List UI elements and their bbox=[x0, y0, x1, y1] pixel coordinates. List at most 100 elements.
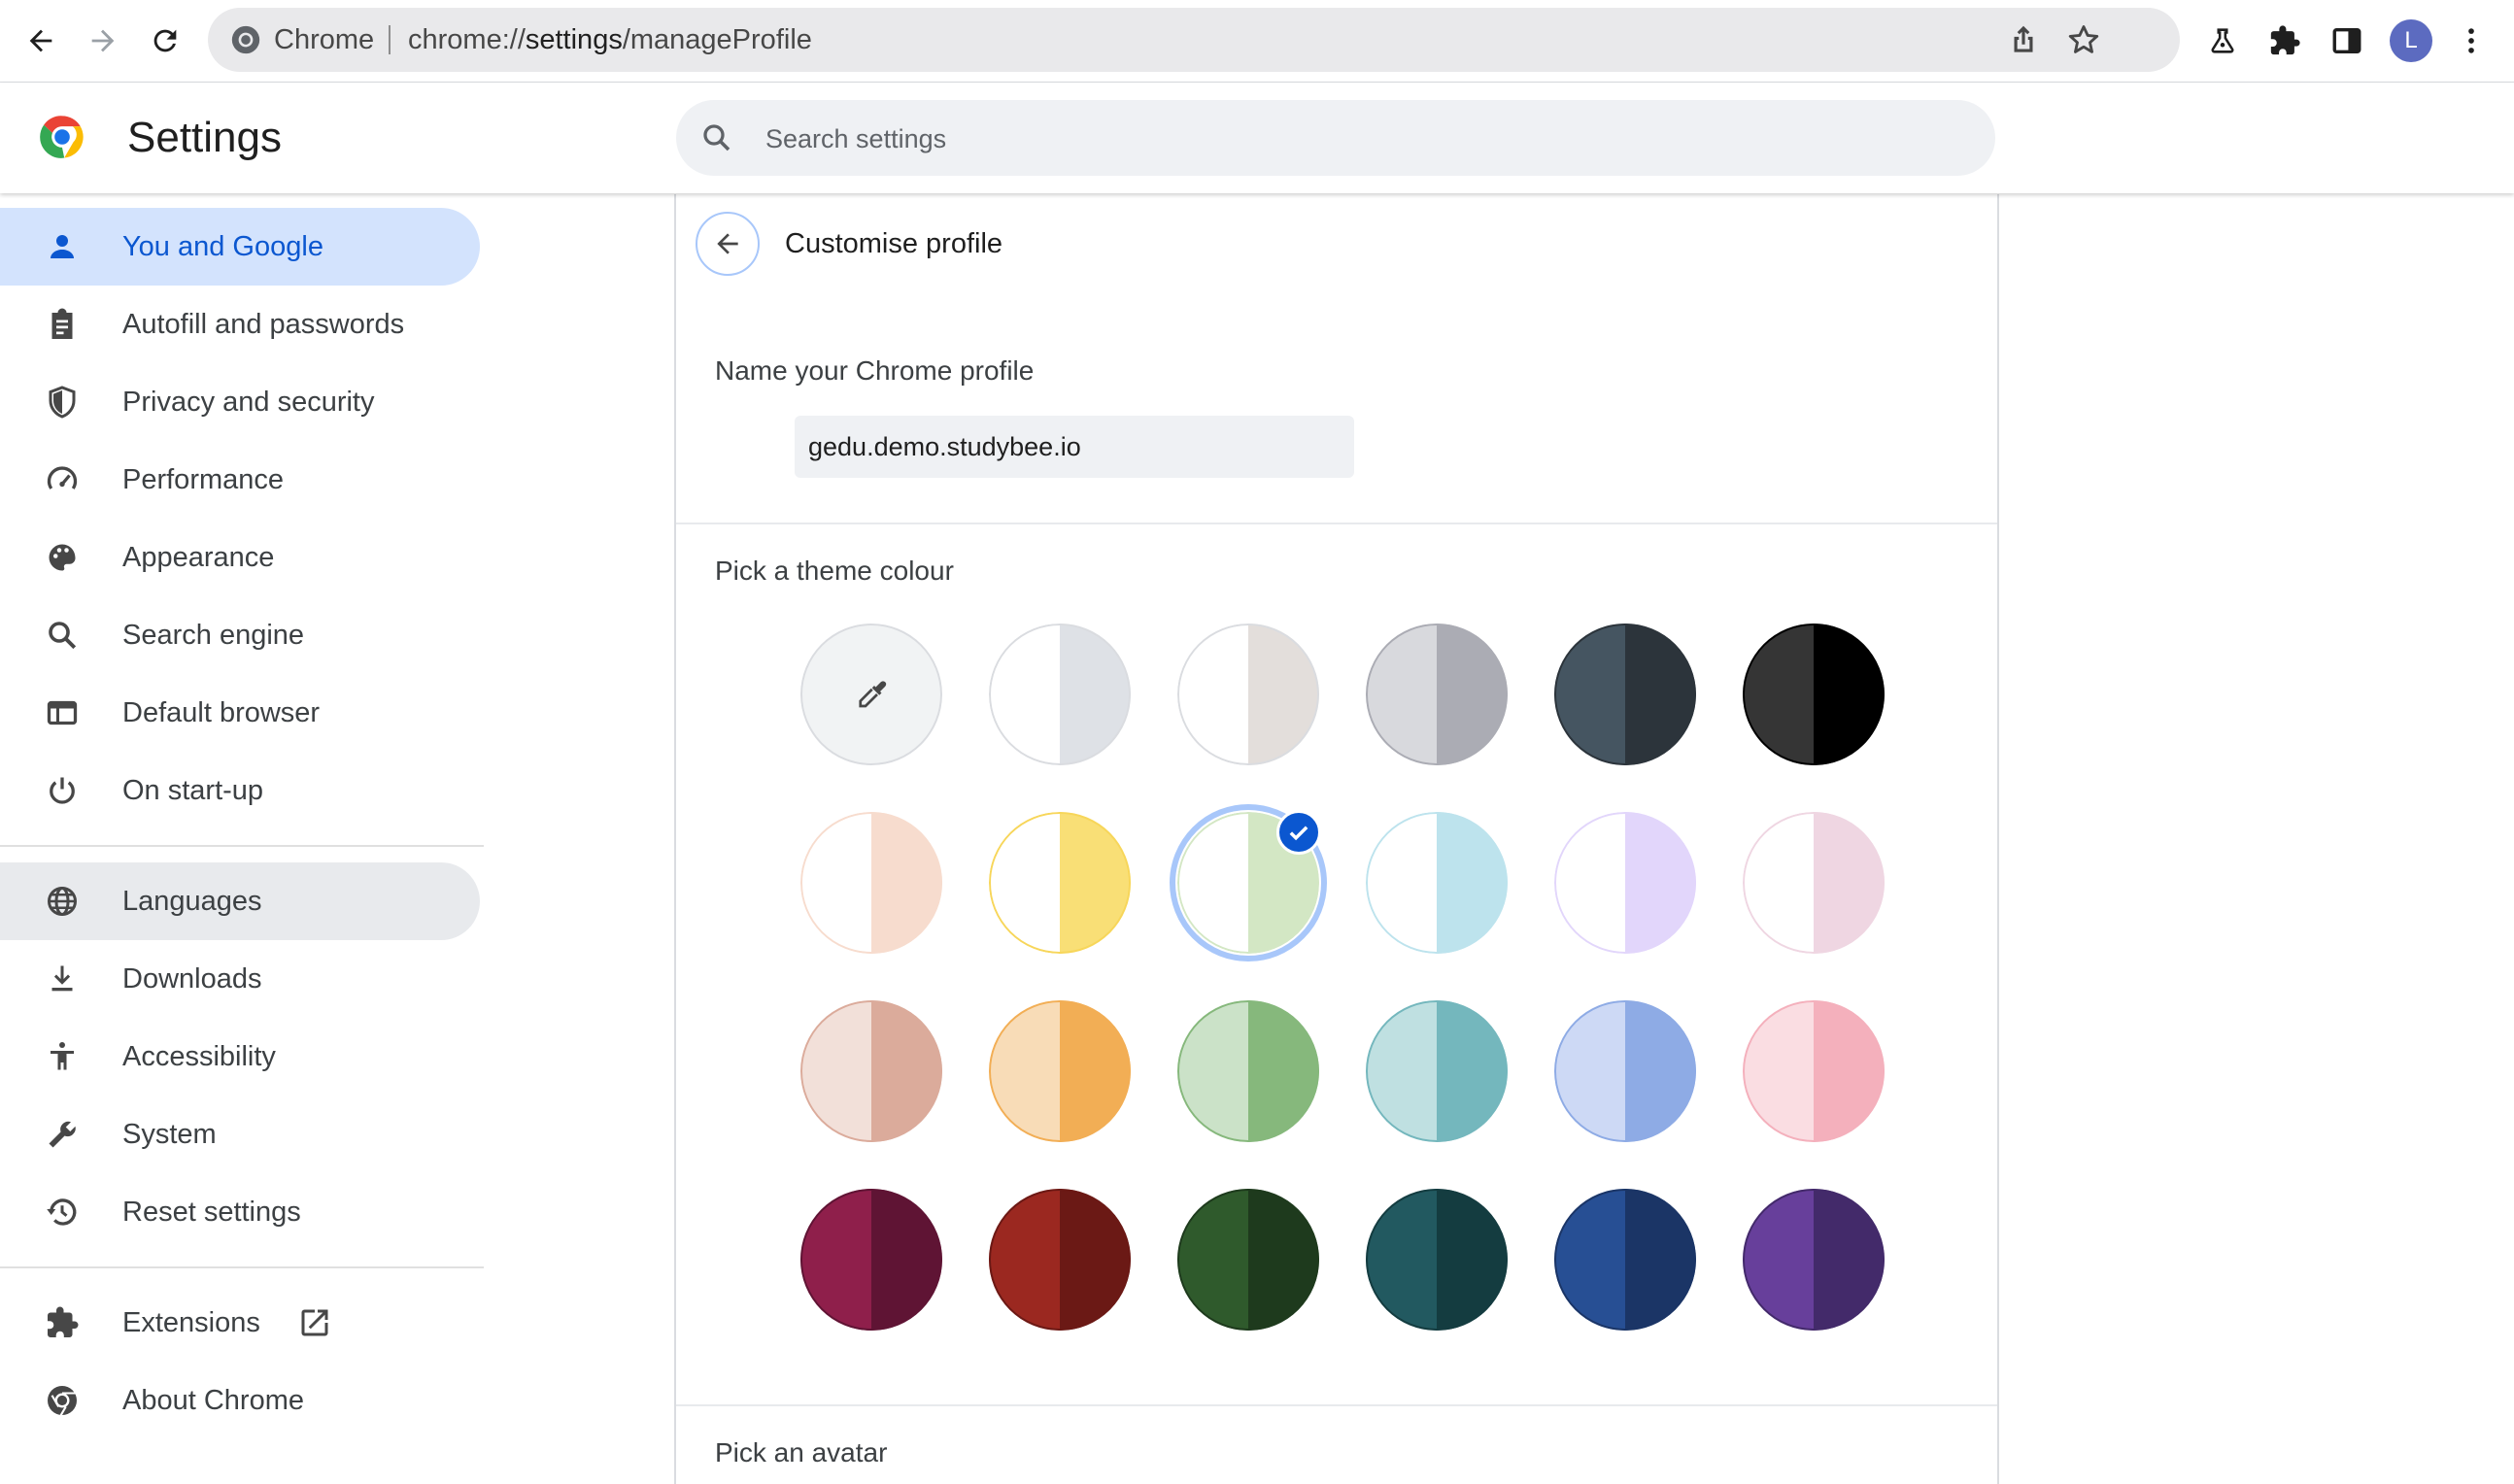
clipboard-icon bbox=[51, 308, 73, 339]
swatch-outline bbox=[1743, 812, 1885, 954]
kebab-menu-icon[interactable] bbox=[2448, 17, 2495, 64]
sidebar-item-system[interactable]: System bbox=[0, 1096, 480, 1173]
sidebar-item-label: Search engine bbox=[122, 620, 305, 651]
theme-colour-swatch[interactable] bbox=[989, 1189, 1131, 1331]
theme-colour-swatch[interactable] bbox=[1743, 812, 1885, 954]
theme-colour-swatch[interactable] bbox=[1177, 1189, 1319, 1331]
speedometer-icon bbox=[47, 466, 78, 489]
sidebar-item-label: Performance bbox=[122, 464, 285, 495]
sidebar-item-label: Accessibility bbox=[122, 1041, 276, 1072]
bookmark-star-icon[interactable] bbox=[2065, 21, 2102, 58]
swatch-circle bbox=[1743, 1000, 1885, 1142]
avatar-label: Pick an avatar bbox=[715, 1437, 888, 1467]
swatch-circle bbox=[1366, 1189, 1508, 1331]
forward-arrow-icon[interactable] bbox=[80, 17, 126, 64]
theme-colour-swatch[interactable] bbox=[1366, 1189, 1508, 1331]
sidebar-item-on-startup[interactable]: On start-up bbox=[0, 752, 480, 829]
swatch-outline bbox=[1743, 624, 1885, 765]
omnibox-label: Chrome bbox=[274, 24, 375, 55]
theme-colour-swatch[interactable] bbox=[1366, 624, 1508, 765]
omnibox[interactable]: Chrome chrome://settings/manageProfile bbox=[208, 8, 2180, 72]
theme-colour-swatch[interactable] bbox=[1554, 812, 1696, 954]
person-icon bbox=[51, 235, 74, 258]
sidebar-item-about-chrome[interactable]: About Chrome bbox=[0, 1362, 480, 1439]
back-arrow-icon bbox=[717, 233, 738, 254]
custom-colour-swatch[interactable] bbox=[800, 624, 942, 765]
chrome-icon bbox=[48, 1386, 77, 1418]
open-in-new-icon bbox=[301, 1309, 328, 1336]
extensions-puzzle-icon[interactable] bbox=[2261, 17, 2308, 64]
swatch-circle bbox=[1743, 624, 1885, 765]
sidebar-item-default-browser[interactable]: Default browser bbox=[0, 674, 480, 752]
sidebar-item-appearance[interactable]: Appearance bbox=[0, 519, 480, 596]
theme-colour-swatch[interactable] bbox=[1554, 1000, 1696, 1142]
subpage-title: Customise profile bbox=[785, 228, 1003, 259]
back-arrow-icon[interactable] bbox=[17, 17, 64, 64]
swatch-circle bbox=[1554, 1189, 1696, 1331]
theme-colour-swatch[interactable] bbox=[1366, 1000, 1508, 1142]
search-icon bbox=[703, 124, 730, 152]
theme-colour-swatch[interactable] bbox=[1177, 1000, 1319, 1142]
browser-window-icon bbox=[47, 700, 78, 725]
theme-colour-swatch[interactable] bbox=[800, 1000, 942, 1142]
theme-colour-swatch[interactable] bbox=[989, 812, 1131, 954]
swatch-circle bbox=[1554, 812, 1696, 954]
back-button[interactable] bbox=[696, 212, 760, 276]
sidebar-divider bbox=[0, 845, 484, 847]
sidebar-item-search-engine[interactable]: Search engine bbox=[0, 596, 480, 674]
swatch-circle bbox=[800, 812, 942, 954]
theme-colour-swatch[interactable] bbox=[1743, 1000, 1885, 1142]
sidebar-item-downloads[interactable]: Downloads bbox=[0, 940, 480, 1018]
sidebar-item-performance[interactable]: Performance bbox=[0, 441, 480, 519]
swatch-circle bbox=[1366, 1000, 1508, 1142]
sidebar-item-accessibility[interactable]: Accessibility bbox=[0, 1018, 480, 1096]
settings-sidebar: You and Google Autofill and passwords Pr… bbox=[0, 194, 486, 1484]
section-divider bbox=[676, 523, 1997, 524]
theme-colour-swatch[interactable] bbox=[1554, 1189, 1696, 1331]
sidebar-item-languages[interactable]: Languages bbox=[0, 862, 480, 940]
sidebar-item-extensions[interactable]: Extensions bbox=[0, 1284, 480, 1362]
theme-colour-swatch[interactable] bbox=[1554, 624, 1696, 765]
swatch-outline bbox=[800, 812, 942, 954]
theme-colour-swatch[interactable] bbox=[1743, 624, 1885, 765]
swatch-outline bbox=[1366, 624, 1508, 765]
theme-colour-swatch-selected[interactable] bbox=[1170, 804, 1327, 961]
profile-name-input[interactable] bbox=[795, 416, 1354, 478]
page-title: Settings bbox=[127, 114, 282, 161]
labs-flask-icon[interactable] bbox=[2199, 17, 2246, 64]
url-path: /manageProfile bbox=[622, 24, 812, 55]
theme-colour-swatch[interactable] bbox=[1177, 624, 1319, 765]
swatch-outline bbox=[1177, 1189, 1319, 1331]
omnibox-url[interactable]: chrome://settings/manageProfile bbox=[408, 8, 812, 72]
reload-icon[interactable] bbox=[142, 17, 188, 64]
sidebar-item-autofill[interactable]: Autofill and passwords bbox=[0, 286, 480, 363]
theme-colour-swatch[interactable] bbox=[800, 1189, 942, 1331]
theme-colour-label: Pick a theme colour bbox=[715, 556, 954, 586]
sidebar-item-reset-settings[interactable]: Reset settings bbox=[0, 1173, 480, 1251]
swatch-circle bbox=[1177, 1000, 1319, 1142]
theme-colour-swatch[interactable] bbox=[989, 624, 1131, 765]
swatch-outline bbox=[989, 624, 1131, 765]
theme-colour-swatch[interactable] bbox=[989, 1000, 1131, 1142]
theme-colour-swatch[interactable] bbox=[800, 812, 942, 954]
swatch-outline bbox=[1554, 1000, 1696, 1142]
profile-avatar[interactable]: L bbox=[2390, 19, 2432, 62]
swatch-outline bbox=[989, 812, 1131, 954]
settings-search[interactable] bbox=[676, 100, 1995, 178]
url-host: settings bbox=[525, 24, 623, 55]
sidebar-divider bbox=[0, 1266, 484, 1268]
power-icon bbox=[50, 777, 75, 804]
theme-colour-swatch[interactable] bbox=[1366, 812, 1508, 954]
customise-profile-card: Customise profile Name your Chrome profi… bbox=[674, 194, 1999, 1484]
sidebar-item-you-and-google[interactable]: You and Google bbox=[0, 208, 480, 286]
sidebar-item-privacy[interactable]: Privacy and security bbox=[0, 363, 480, 441]
swatch-circle bbox=[1743, 812, 1885, 954]
swatch-circle bbox=[989, 812, 1131, 954]
profile-name-label: Name your Chrome profile bbox=[715, 355, 1035, 386]
search-input[interactable] bbox=[764, 100, 1933, 178]
swatch-outline bbox=[989, 1189, 1131, 1331]
search-icon bbox=[49, 622, 77, 650]
side-panel-icon[interactable] bbox=[2324, 17, 2370, 64]
share-icon[interactable] bbox=[2005, 21, 2042, 58]
theme-colour-swatch[interactable] bbox=[1743, 1189, 1885, 1331]
